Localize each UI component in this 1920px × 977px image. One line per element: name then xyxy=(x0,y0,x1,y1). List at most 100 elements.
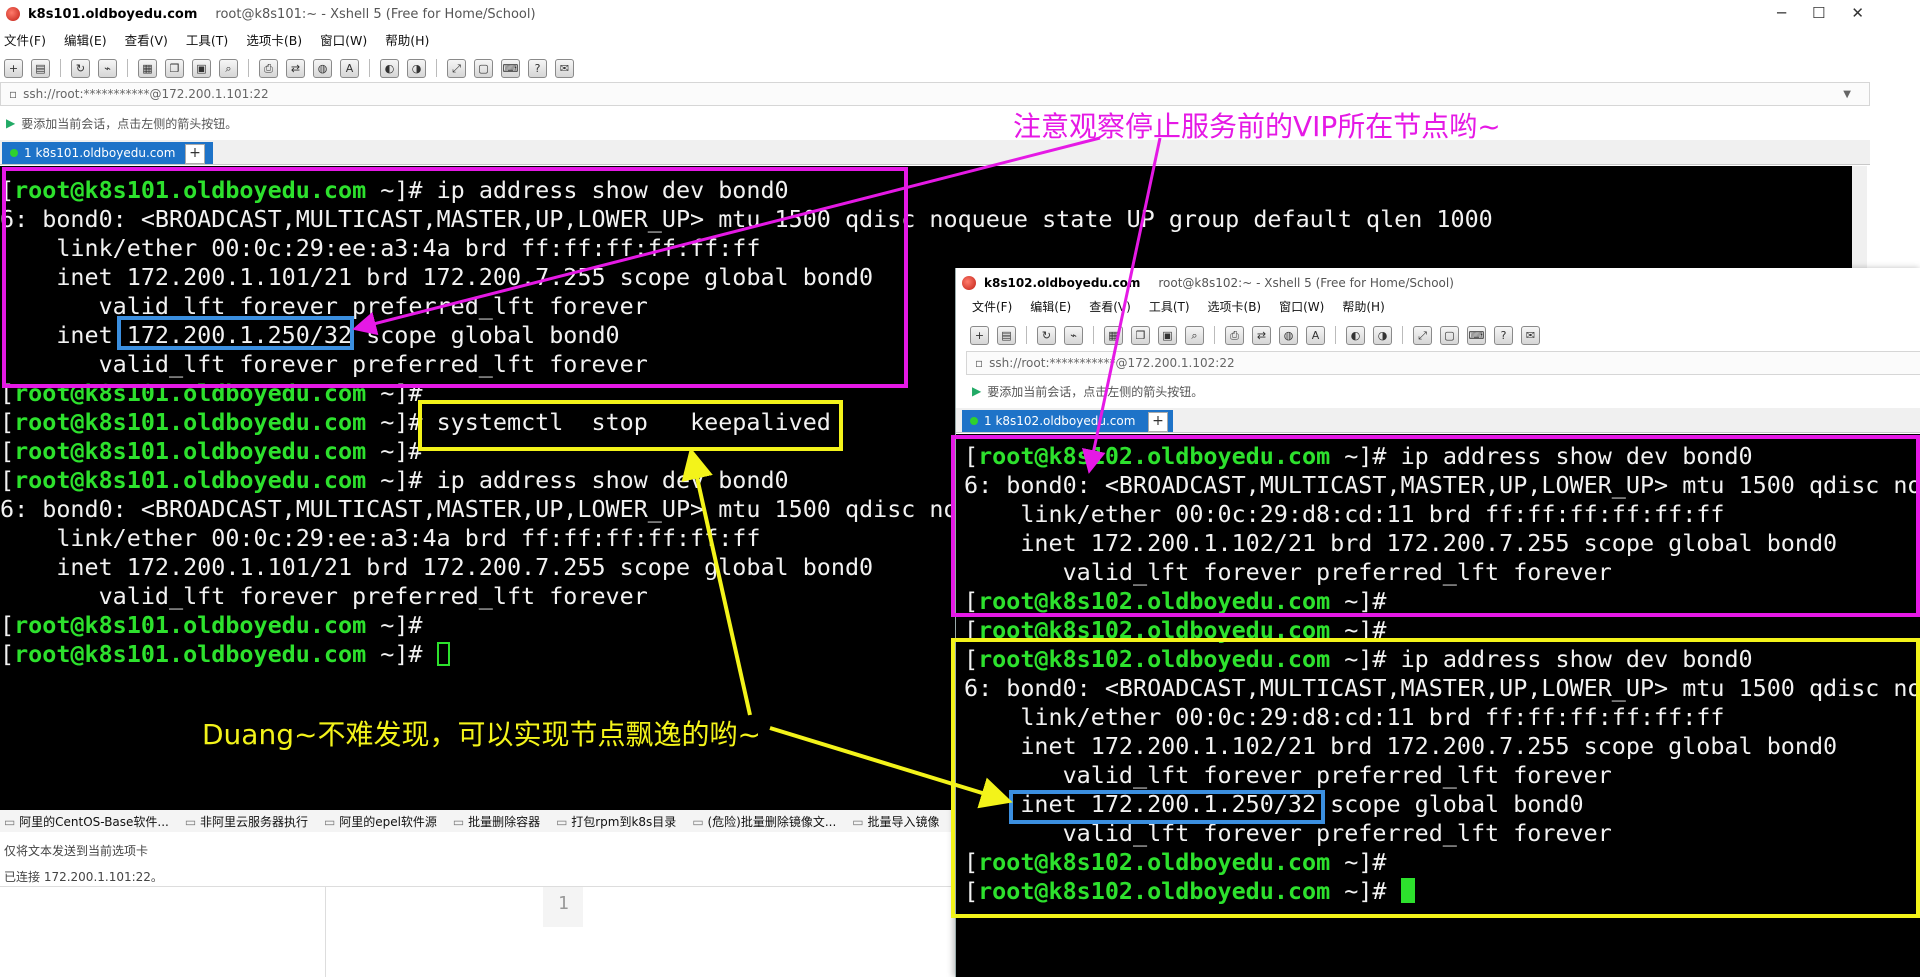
copy-icon[interactable]: ❐ xyxy=(165,58,184,78)
fullscreen-icon[interactable]: ⤢ xyxy=(447,58,466,78)
hint-text: 要添加当前会话，点击左侧的箭头按钮。 xyxy=(21,116,238,131)
reconnect-icon[interactable]: ↻ xyxy=(71,58,90,78)
tab-label: 1 k8s101.oldboyedu.com xyxy=(24,146,176,160)
help-icon[interactable]: ? xyxy=(1494,325,1513,345)
chat-icon[interactable]: ✉ xyxy=(555,58,574,78)
chat-icon[interactable]: ✉ xyxy=(1521,325,1540,345)
menu-tools[interactable]: 工具(T) xyxy=(186,30,228,50)
highlight-box-k8s102-after xyxy=(951,638,1920,918)
tab-k8s102[interactable]: 1 k8s102.oldboyedu.com × xyxy=(962,410,1174,432)
xftp-icon[interactable]: ◐ xyxy=(380,58,399,78)
xftp-icon[interactable]: ◐ xyxy=(1346,325,1365,345)
arrow-icon[interactable]: ▶ xyxy=(6,116,15,130)
font-icon[interactable]: A xyxy=(1306,325,1325,345)
editor-pane[interactable]: 1 xyxy=(0,886,955,977)
menu-view[interactable]: 查看(V) xyxy=(1089,298,1131,316)
menu-view[interactable]: 查看(V) xyxy=(125,30,168,50)
lock-icon[interactable]: ▢ xyxy=(1440,325,1459,345)
menu-help[interactable]: 帮助(H) xyxy=(1342,298,1384,316)
window-controls: ─ ☐ ✕ xyxy=(1777,4,1864,22)
xshell-logo-icon xyxy=(962,276,976,290)
annotation-top: 注意观察停止服务前的VIP所在节点哟~ xyxy=(1013,110,1501,143)
open-folder-icon[interactable]: ▤ xyxy=(997,325,1016,345)
globe-icon[interactable]: ◍ xyxy=(313,58,332,78)
paste-icon[interactable]: ▣ xyxy=(192,58,211,78)
menu-help[interactable]: 帮助(H) xyxy=(385,30,429,50)
keyboard-icon[interactable]: ⌨ xyxy=(501,58,520,78)
menu-bar: 文件(F) 编辑(E) 查看(V) 工具(T) 选项卡(B) 窗口(W) 帮助(… xyxy=(0,30,1870,50)
terminal-cursor xyxy=(436,642,450,666)
xmanager-icon[interactable]: ◑ xyxy=(1373,325,1392,345)
toolbar: + ▤ ↻ ⌁ ▦ ❐ ▣ ⌕ ⎙ ⇄ ◍ A ◐ ◑ ⤢ ▢ ⌨ ? ✉ xyxy=(966,324,1920,346)
minimize-icon[interactable]: ─ xyxy=(1777,4,1786,22)
title-bar: k8s102.oldboyedu.com root@k8s102:~ - Xsh… xyxy=(956,274,1920,292)
quick-command[interactable]: 批量删除容器 xyxy=(453,813,540,830)
menu-edit[interactable]: 编辑(E) xyxy=(1030,298,1071,316)
disconnect-icon[interactable]: ⌁ xyxy=(98,58,117,78)
window-title: root@k8s102:~ - Xshell 5 (Free for Home/… xyxy=(1158,276,1454,290)
quick-command[interactable]: (危险)批量删除镜像文... xyxy=(692,813,836,830)
window-title-host: k8s102.oldboyedu.com xyxy=(984,276,1141,290)
session-hint: ▶ 要添加当前会话，点击左侧的箭头按钮。 xyxy=(966,382,1920,400)
menu-tabs[interactable]: 选项卡(B) xyxy=(246,30,302,50)
print-icon[interactable]: ⎙ xyxy=(259,58,278,78)
find-icon[interactable]: ⌕ xyxy=(219,58,238,78)
lock-icon[interactable]: ▢ xyxy=(474,58,493,78)
address-bar[interactable]: ▫ ssh://root:***********@172.200.1.102:2… xyxy=(966,351,1920,375)
quick-command[interactable]: 打包rpm到k8s目录 xyxy=(556,813,676,830)
fullscreen-icon[interactable]: ⤢ xyxy=(1413,325,1432,345)
address-text: ssh://root:***********@172.200.1.101:22 xyxy=(23,87,269,101)
transfer-icon[interactable]: ⇄ xyxy=(1252,325,1271,345)
menu-tabs[interactable]: 选项卡(B) xyxy=(1208,298,1262,316)
close-icon[interactable]: ✕ xyxy=(1851,4,1864,22)
xshell-logo-icon xyxy=(6,7,20,21)
tab-bar: 1 k8s102.oldboyedu.com × + xyxy=(956,408,1920,433)
annotation-bottom: Duang~不难发现，可以实现节点飘逸的哟~ xyxy=(202,718,761,751)
title-bar: k8s101.oldboyedu.com root@k8s101:~ - Xsh… xyxy=(0,4,1870,24)
window-title-host: k8s101.oldboyedu.com xyxy=(28,6,198,22)
arrow-icon[interactable]: ▶ xyxy=(972,384,981,398)
highlight-box-before xyxy=(2,167,908,388)
open-folder-icon[interactable]: ▤ xyxy=(31,58,50,78)
new-session-icon[interactable]: + xyxy=(970,325,989,345)
quick-command[interactable]: 阿里的CentOS-Base软件... xyxy=(4,813,169,830)
session-hint: ▶ 要添加当前会话，点击左侧的箭头按钮。 xyxy=(0,114,1870,132)
tab-bar: 1 k8s101.oldboyedu.com × + xyxy=(0,140,1870,165)
properties-icon[interactable]: ▦ xyxy=(138,58,157,78)
connected-dot-icon xyxy=(10,149,18,157)
lock-small-icon: ▫ xyxy=(975,356,984,370)
quick-command[interactable]: 非阿里云服务器执行 xyxy=(185,813,308,830)
print-icon[interactable]: ⎙ xyxy=(1225,325,1244,345)
font-icon[interactable]: A xyxy=(340,58,359,78)
address-bar[interactable]: ▫ ssh://root:***********@172.200.1.101:2… xyxy=(0,82,1870,106)
highlight-vip-before xyxy=(117,316,354,350)
xmanager-icon[interactable]: ◑ xyxy=(407,58,426,78)
new-session-icon[interactable]: + xyxy=(4,58,23,78)
highlight-box-k8s102-before xyxy=(951,435,1920,617)
find-icon[interactable]: ⌕ xyxy=(1185,325,1204,345)
reconnect-icon[interactable]: ↻ xyxy=(1037,325,1056,345)
menu-window[interactable]: 窗口(W) xyxy=(1279,298,1324,316)
keyboard-icon[interactable]: ⌨ xyxy=(1467,325,1486,345)
copy-icon[interactable]: ❐ xyxy=(1131,325,1150,345)
tab-k8s101[interactable]: 1 k8s101.oldboyedu.com × xyxy=(2,142,214,164)
menu-file[interactable]: 文件(F) xyxy=(4,30,46,50)
help-icon[interactable]: ? xyxy=(528,58,547,78)
paste-icon[interactable]: ▣ xyxy=(1158,325,1177,345)
new-tab-button[interactable]: + xyxy=(1148,412,1168,432)
tab-label: 1 k8s102.oldboyedu.com xyxy=(984,414,1136,428)
menu-window[interactable]: 窗口(W) xyxy=(320,30,367,50)
globe-icon[interactable]: ◍ xyxy=(1279,325,1298,345)
menu-tools[interactable]: 工具(T) xyxy=(1149,298,1190,316)
new-tab-button[interactable]: + xyxy=(185,144,205,164)
highlight-vip-after xyxy=(1009,790,1325,824)
chevron-down-icon[interactable]: ▼ xyxy=(1843,89,1851,100)
quick-command[interactable]: 批量导入镜像 xyxy=(852,813,939,830)
quick-command[interactable]: 阿里的epel软件源 xyxy=(324,813,437,830)
menu-file[interactable]: 文件(F) xyxy=(972,298,1012,316)
disconnect-icon[interactable]: ⌁ xyxy=(1064,325,1083,345)
properties-icon[interactable]: ▦ xyxy=(1104,325,1123,345)
transfer-icon[interactable]: ⇄ xyxy=(286,58,305,78)
menu-edit[interactable]: 编辑(E) xyxy=(64,30,107,50)
maximize-icon[interactable]: ☐ xyxy=(1812,4,1825,22)
